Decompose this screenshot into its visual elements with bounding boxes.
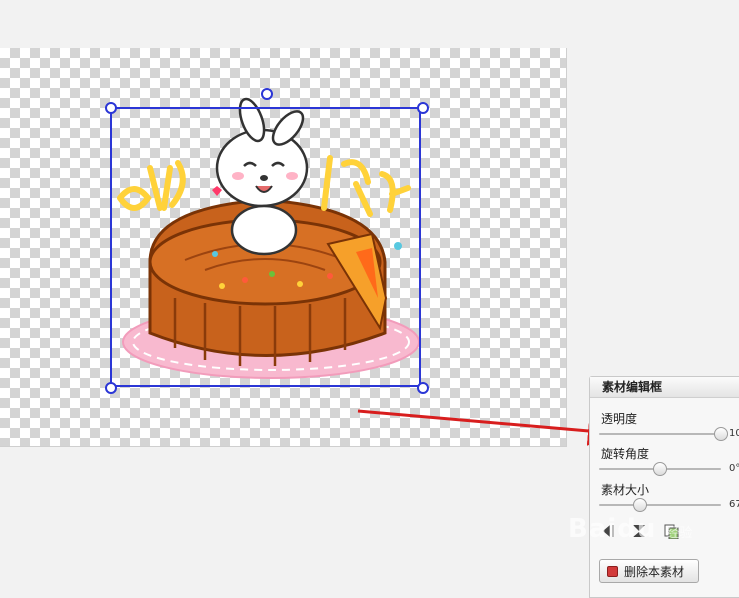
rotation-slider-knob[interactable]: [653, 462, 667, 476]
rotate-handle[interactable]: [261, 88, 273, 100]
material-edit-panel: 素材编辑框 透明度 10 旋转角度 0° 素材大小 67 删除本素材: [589, 376, 739, 598]
panel-title: 素材编辑框: [590, 377, 739, 398]
baidu-watermark: Baidu 经验: [568, 514, 692, 544]
resize-handle-bottom-left[interactable]: [105, 382, 117, 394]
rotation-label: 旋转角度: [601, 447, 650, 461]
resize-handle-top-right[interactable]: [417, 102, 429, 114]
selection-box[interactable]: [110, 107, 421, 387]
opacity-slider-knob[interactable]: [714, 427, 728, 441]
watermark-brand: Baidu: [568, 514, 657, 544]
image-canvas[interactable]: [0, 48, 567, 447]
opacity-value: 10: [729, 428, 739, 439]
size-value: 67: [729, 499, 739, 510]
rotation-value: 0°: [729, 463, 739, 474]
opacity-slider-track[interactable]: [599, 433, 721, 435]
delete-material-label: 删除本素材: [624, 565, 685, 579]
resize-handle-bottom-right[interactable]: [417, 382, 429, 394]
opacity-label: 透明度: [601, 412, 638, 426]
resize-handle-top-left[interactable]: [105, 102, 117, 114]
size-slider-knob[interactable]: [633, 498, 648, 512]
watermark-sub: 经验: [666, 526, 693, 541]
size-label: 素材大小: [601, 483, 650, 497]
size-slider-track[interactable]: [599, 504, 721, 506]
delete-icon: [607, 566, 618, 577]
delete-material-button[interactable]: 删除本素材: [599, 559, 699, 583]
